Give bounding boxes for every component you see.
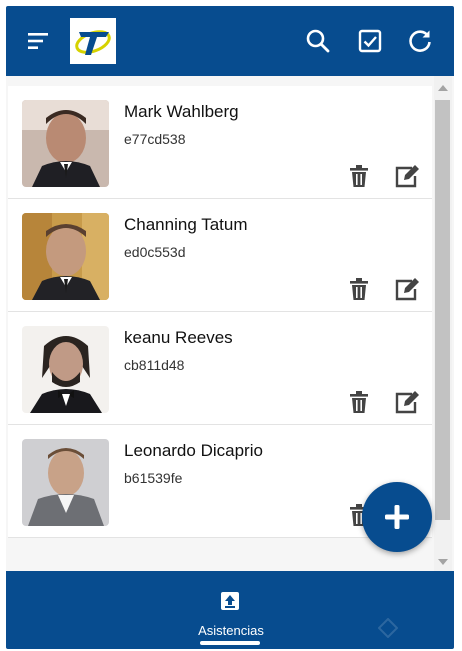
person-code: cb811d48 bbox=[124, 357, 185, 373]
avatar bbox=[22, 100, 109, 187]
list-item[interactable]: Channing Tatum ed0c553d bbox=[8, 199, 432, 312]
scroll-down-arrow-icon[interactable] bbox=[438, 559, 448, 565]
refresh-button[interactable] bbox=[402, 23, 438, 59]
edit-icon[interactable] bbox=[394, 164, 420, 188]
edit-icon[interactable] bbox=[394, 277, 420, 301]
checkbox-icon bbox=[358, 29, 382, 53]
upload-icon bbox=[221, 592, 239, 610]
person-code: e77cd538 bbox=[124, 131, 186, 147]
top-app-bar bbox=[6, 6, 454, 76]
scroll-thumb[interactable] bbox=[435, 100, 450, 520]
vertical-scrollbar[interactable] bbox=[434, 76, 452, 571]
menu-icon bbox=[28, 33, 48, 49]
avatar bbox=[22, 326, 109, 413]
brand-logo bbox=[70, 18, 116, 64]
person-code: ed0c553d bbox=[124, 244, 186, 260]
delete-icon[interactable] bbox=[348, 277, 370, 301]
person-code: b61539fe bbox=[124, 470, 183, 486]
avatar bbox=[22, 213, 109, 300]
nav-item-label: Asistencias bbox=[198, 623, 264, 638]
menu-button[interactable] bbox=[20, 23, 56, 59]
delete-icon[interactable] bbox=[348, 164, 370, 188]
avatar bbox=[22, 439, 109, 526]
nav-item-asistencias[interactable]: Asistencias bbox=[176, 585, 286, 645]
list-item[interactable]: Mark Wahlberg e77cd538 bbox=[8, 86, 432, 199]
plus-icon bbox=[385, 505, 409, 529]
person-name: Mark Wahlberg bbox=[124, 102, 239, 121]
refresh-icon bbox=[409, 30, 431, 52]
list-item[interactable]: keanu Reeves cb811d48 bbox=[8, 312, 432, 425]
active-indicator bbox=[200, 641, 260, 645]
search-button[interactable] bbox=[300, 23, 336, 59]
person-name: Channing Tatum bbox=[124, 215, 248, 234]
person-name: Leonardo Dicaprio bbox=[124, 441, 263, 460]
edit-icon[interactable] bbox=[394, 390, 420, 414]
select-all-button[interactable] bbox=[352, 23, 388, 59]
search-icon bbox=[306, 29, 330, 53]
scroll-up-arrow-icon[interactable] bbox=[438, 85, 448, 91]
person-name: keanu Reeves bbox=[124, 328, 233, 347]
app-frame: Mark Wahlberg e77cd538 Channing Tatum ed… bbox=[6, 6, 454, 649]
watermark-icon bbox=[378, 618, 398, 638]
add-person-button[interactable] bbox=[362, 482, 432, 552]
delete-icon[interactable] bbox=[348, 390, 370, 414]
